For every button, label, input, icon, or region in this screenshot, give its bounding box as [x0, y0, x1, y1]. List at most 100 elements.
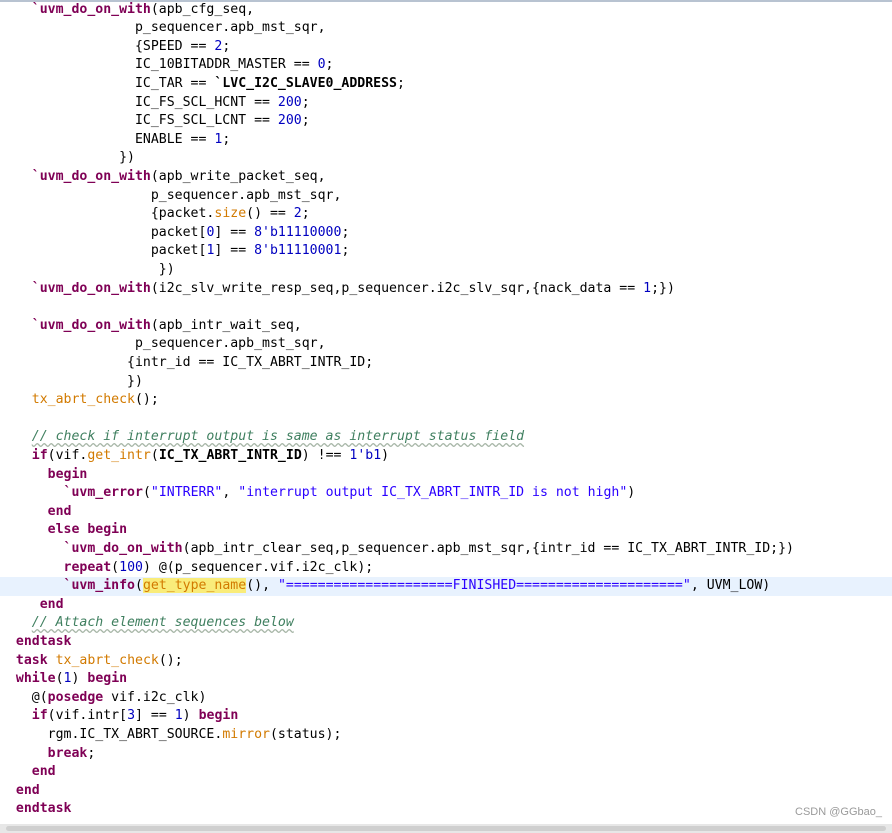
- code-line[interactable]: end: [0, 503, 892, 522]
- code-token: "interrupt output IC_TX_ABRT_INTR_ID is …: [238, 485, 628, 501]
- code-line[interactable]: }): [0, 261, 892, 280]
- code-line[interactable]: repeat(100) @(p_sequencer.vif.i2c_clk);: [0, 559, 892, 578]
- code-line[interactable]: {SPEED == 2;: [0, 38, 892, 57]
- code-token: endtask: [15, 801, 72, 817]
- code-token: 200: [277, 113, 302, 129]
- horizontal-scrollbar[interactable]: [0, 824, 892, 833]
- code-token: ;: [325, 57, 334, 73]
- code-token: (: [150, 447, 159, 463]
- code-line[interactable]: rgm.IC_TX_ABRT_SOURCE.mirror(status);: [0, 726, 892, 745]
- code-token: endtask: [15, 633, 72, 649]
- code-token: "INTRERR": [150, 485, 223, 501]
- code-token: {intr_id == IC_TX_ABRT_INTR_ID;: [0, 354, 374, 370]
- code-token: ] ==: [135, 708, 175, 724]
- code-token: rgm.IC_TX_ABRT_SOURCE.: [0, 726, 223, 742]
- code-token: get_intr: [87, 447, 151, 463]
- code-editor[interactable]: `uvm_do_on_with(apb_cfg_seq, p_sequencer…: [0, 0, 892, 824]
- code-line[interactable]: begin: [0, 466, 892, 485]
- scrollbar-thumb[interactable]: [6, 826, 886, 831]
- code-line[interactable]: while(1) begin: [0, 670, 892, 689]
- code-line[interactable]: task tx_abrt_check();: [0, 652, 892, 671]
- code-token: 8'b11110001: [254, 243, 342, 259]
- code-token: `uvm_do_on_with: [31, 168, 151, 184]
- code-token: while: [15, 671, 56, 687]
- code-line[interactable]: end: [0, 782, 892, 801]
- code-line[interactable]: @(posedge vif.i2c_clk): [0, 689, 892, 708]
- code-line[interactable]: {intr_id == IC_TX_ABRT_INTR_ID;: [0, 354, 892, 373]
- code-token: `uvm_do_on_with: [63, 540, 183, 556]
- code-line[interactable]: }): [0, 149, 892, 168]
- code-token: mirror: [222, 726, 270, 742]
- code-line[interactable]: end: [0, 763, 892, 782]
- code-line[interactable]: `uvm_do_on_with(i2c_slv_write_resp_seq,p…: [0, 280, 892, 299]
- code-line[interactable]: p_sequencer.apb_mst_sqr,: [0, 187, 892, 206]
- code-token: end: [31, 764, 56, 780]
- code-line[interactable]: if(vif.intr[3] == 1) begin: [0, 707, 892, 726]
- code-token: // Attach element sequences below: [31, 615, 294, 631]
- code-line[interactable]: end: [0, 596, 892, 615]
- code-line[interactable]: `uvm_do_on_with(apb_cfg_seq,: [0, 1, 892, 20]
- code-token: 3: [127, 708, 136, 724]
- code-line[interactable]: `uvm_error("INTRERR", "interrupt output …: [0, 484, 892, 503]
- code-line[interactable]: // Attach element sequences below: [0, 614, 892, 633]
- code-line[interactable]: ENABLE == 1;: [0, 131, 892, 150]
- code-token: 1: [174, 708, 183, 724]
- code-token: tx_abrt_check: [31, 392, 135, 408]
- code-token: (vif.: [47, 447, 88, 463]
- code-token: , UVM_LOW): [690, 578, 771, 594]
- code-line[interactable]: p_sequencer.apb_mst_sqr,: [0, 19, 892, 38]
- code-line[interactable]: else begin: [0, 521, 892, 540]
- code-line[interactable]: endtask: [0, 633, 892, 652]
- code-line[interactable]: if(vif.get_intr(IC_TX_ABRT_INTR_ID) !== …: [0, 447, 892, 466]
- code-token: 0: [317, 57, 326, 73]
- code-token: ;}): [651, 280, 675, 296]
- code-line[interactable]: {packet.size() == 2;: [0, 205, 892, 224]
- code-token: begin: [87, 671, 128, 687]
- code-token: 200: [277, 94, 302, 110]
- code-line[interactable]: // check if interrupt output is same as …: [0, 428, 892, 447]
- code-token: ;: [222, 38, 231, 54]
- code-line[interactable]: tx_abrt_check();: [0, 391, 892, 410]
- code-line[interactable]: endtask: [0, 800, 892, 819]
- code-line[interactable]: IC_10BITADDR_MASTER == 0;: [0, 56, 892, 75]
- code-token: end: [47, 503, 72, 519]
- code-line[interactable]: [0, 298, 892, 317]
- code-line[interactable]: `uvm_do_on_with(apb_write_packet_seq,: [0, 168, 892, 187]
- code-token: (),: [246, 578, 278, 594]
- code-line[interactable]: IC_FS_SCL_LCNT == 200;: [0, 112, 892, 131]
- code-token: if: [31, 708, 48, 724]
- code-token: ;: [87, 745, 96, 761]
- code-token: (apb_intr_clear_seq,p_sequencer.apb_mst_…: [182, 540, 794, 556]
- code-line[interactable]: IC_FS_SCL_HCNT == 200;: [0, 94, 892, 113]
- code-token: ENABLE ==: [0, 131, 215, 147]
- code-line[interactable]: `uvm_do_on_with(apb_intr_clear_seq,p_seq…: [0, 540, 892, 559]
- code-line[interactable]: break;: [0, 745, 892, 764]
- code-line[interactable]: [0, 410, 892, 429]
- code-line[interactable]: IC_TAR == `LVC_I2C_SLAVE0_ADDRESS;: [0, 75, 892, 94]
- code-line[interactable]: packet[1] == 8'b11110001;: [0, 242, 892, 261]
- code-token: ] ==: [214, 224, 255, 240]
- code-token: (apb_write_packet_seq,: [150, 168, 326, 184]
- code-line-current[interactable]: `uvm_info(get_type_name(), "============…: [0, 577, 892, 596]
- code-token: size: [214, 206, 247, 222]
- code-line[interactable]: packet[0] == 8'b11110000;: [0, 224, 892, 243]
- code-token: _name: [206, 578, 247, 594]
- code-token: ;: [397, 75, 405, 91]
- code-token: (: [135, 578, 143, 594]
- code-line[interactable]: p_sequencer.apb_mst_sqr,: [0, 335, 892, 354]
- code-line[interactable]: `uvm_do_on_with(apb_intr_wait_seq,: [0, 317, 892, 336]
- code-token: break: [47, 745, 88, 761]
- code-token: (i2c_slv_write_resp_seq,p_sequencer.i2c_…: [150, 280, 644, 296]
- code-line[interactable]: }): [0, 373, 892, 392]
